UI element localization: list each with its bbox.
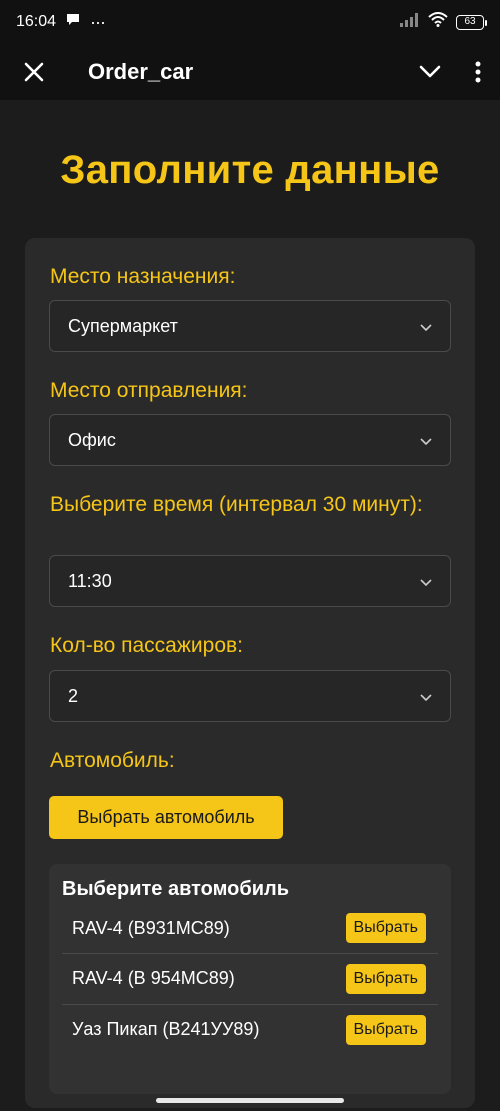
list-item: Уаз Пикап (В241УУ89) Выбрать	[62, 1004, 438, 1054]
passengers-label: Кол-во пассажиров:	[50, 634, 243, 657]
battery-level: 63	[464, 15, 476, 27]
departure-select[interactable]: Офис	[49, 414, 451, 466]
close-icon	[24, 62, 44, 82]
car-label: Автомобиль:	[50, 749, 175, 772]
time-select[interactable]: 11:30	[49, 555, 451, 607]
destination-value: Супермаркет	[68, 315, 178, 336]
app-screen: 16:04 ··· 63 Order_car Заполните данные …	[0, 0, 500, 1111]
chevron-down-icon	[420, 686, 432, 707]
car-panel-title: Выберите автомобиль	[62, 878, 290, 900]
close-button[interactable]	[0, 48, 68, 96]
passengers-value: 2	[68, 685, 79, 706]
signal-icon	[400, 12, 420, 32]
select-car-button[interactable]: Выбрать	[345, 1014, 426, 1045]
collapse-button[interactable]	[404, 48, 456, 96]
car-name: Уаз Пикап (В241УУ89)	[72, 1019, 260, 1039]
destination-select[interactable]: Супермаркет	[49, 300, 451, 352]
home-indicator[interactable]	[156, 1098, 344, 1103]
destination-label: Место назначения:	[50, 265, 236, 288]
status-time: 16:04	[16, 13, 57, 30]
departure-value: Офис	[68, 429, 116, 450]
select-car-button[interactable]: Выбрать	[345, 913, 426, 943]
app-bar: Order_car	[0, 44, 500, 100]
chat-bubble-icon	[66, 13, 80, 31]
chevron-down-icon	[420, 571, 432, 592]
app-title: Order_car	[88, 59, 194, 84]
time-label: Выберите время (интервал 30 минут):	[50, 493, 423, 516]
status-dots: ···	[90, 11, 106, 32]
battery-icon: 63	[456, 14, 487, 30]
chevron-down-icon	[420, 316, 432, 337]
departure-label: Место отправления:	[50, 379, 248, 402]
list-item: RAV-4 (В 954МС89) Выбрать	[62, 953, 438, 1003]
more-button[interactable]	[456, 48, 500, 96]
status-bar: 16:04 ··· 63	[0, 0, 500, 44]
chevron-down-icon	[419, 65, 441, 78]
time-value: 11:30	[68, 570, 112, 591]
select-car-button[interactable]: Выбрать	[345, 963, 426, 994]
list-item: RAV-4 (В931МС89) Выбрать	[62, 903, 438, 953]
car-selection-panel: Выберите автомобиль RAV-4 (В931МС89) Выб…	[49, 864, 451, 1094]
chevron-down-icon	[420, 430, 432, 451]
choose-car-button[interactable]: Выбрать автомобиль	[49, 796, 283, 839]
page-title: Заполните данные	[60, 148, 440, 192]
car-name: RAV-4 (В931МС89)	[72, 917, 230, 938]
more-vertical-icon	[475, 61, 481, 83]
passengers-select[interactable]: 2	[49, 670, 451, 722]
wifi-icon	[428, 12, 448, 32]
car-name: RAV-4 (В 954МС89)	[72, 968, 235, 988]
